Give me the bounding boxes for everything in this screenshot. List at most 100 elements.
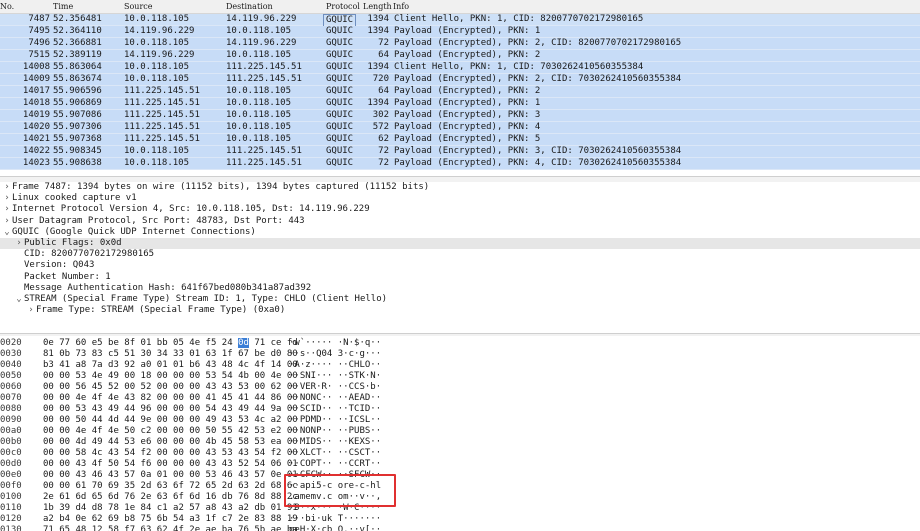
packet-bytes-pane[interactable]: 0020 0e 77 60 e5 be 8f 01 bb 05 4e f5 24 … [0, 336, 920, 531]
chevron-right-icon[interactable]: › [2, 182, 12, 193]
bytes-offset: 0070 [0, 393, 22, 403]
table-row[interactable]: 7515 52.389119 14.119.96.229 10.0.118.105 GQ… [0, 50, 920, 62]
details-tree-item[interactable]: › Internet Protocol Version 4, Src: 10.0.… [0, 204, 920, 215]
details-tree-item[interactable]: Message Authentication Hash: 641f67bed08… [0, 283, 920, 294]
col-protocol-header[interactable]: Protocol [326, 0, 360, 13]
packet-info: Client Hello, PKN: 1, CID: 8200770702172… [394, 14, 644, 24]
table-row[interactable]: 14008 55.863064 10.0.118.105 111.225.145.51… [0, 62, 920, 74]
packet-list[interactable]: No. Time Source Destination Protocol Len… [0, 0, 920, 176]
details-rows: › Frame 7487: 1394 bytes on wire (11152 b… [0, 182, 920, 316]
table-row[interactable]: 14019 55.907086 111.225.145.51 10.0.118.105… [0, 110, 920, 122]
col-time-header[interactable]: Time [53, 0, 73, 13]
bytes-row[interactable]: 0130 71 65 48 12 58 f7 63 62 4f 2e ae ba … [0, 525, 920, 531]
chevron-down-icon[interactable]: ⌄ [2, 227, 12, 238]
bytes-row[interactable]: 00f0 00 00 61 70 69 35 2d 63 6f 72 65 2d … [0, 481, 920, 492]
packet-destination: 10.0.118.105 [226, 50, 292, 60]
packet-number: 14018 [22, 98, 50, 108]
table-row[interactable]: 7495 52.364110 14.119.96.229 10.0.118.105 GQ… [0, 26, 920, 38]
packet-time: 55.863674 [53, 74, 102, 84]
bytes-row[interactable]: 0090 00 00 50 44 4d 44 9e 00 00 00 49 43 … [0, 415, 920, 426]
packet-destination: 111.225.145.51 [226, 74, 302, 84]
col-destination-header[interactable]: Destination [226, 0, 273, 13]
table-row[interactable]: 14009 55.863674 10.0.118.105 111.225.145.51… [0, 74, 920, 86]
packet-time: 55.908345 [53, 146, 102, 156]
details-tree-item[interactable]: › User Datagram Protocol, Src Port: 48783… [0, 216, 920, 227]
bytes-row[interactable]: 00a0 00 00 4e 4f 4e 50 c2 00 00 00 50 55 … [0, 426, 920, 437]
col-source-header[interactable]: Source [124, 0, 153, 13]
chevron-right-icon[interactable]: › [2, 216, 12, 227]
bytes-row[interactable]: 0110 1b 39 d4 d8 78 1e 84 c1 a2 57 a8 43 … [0, 503, 920, 514]
bytes-ascii: ··SCID·· ··TCID·· [289, 404, 382, 414]
details-tree-label: Internet Protocol Version 4, Src: 10.0.1… [12, 204, 370, 215]
bytes-offset: 0090 [0, 415, 22, 425]
col-no-header[interactable]: No. [0, 0, 46, 13]
table-row[interactable]: 7496 52.366881 10.0.118.105 14.119.96.229 GQ… [0, 38, 920, 50]
details-tree-item[interactable]: ⌄ GQUIC (Google Quick UDP Internet Connec… [0, 227, 920, 238]
details-tree-item[interactable]: ⌄ STREAM (Special Frame Type) Stream ID: … [0, 294, 920, 305]
packet-info: Payload (Encrypted), PKN: 1 [394, 26, 541, 36]
packet-info: Payload (Encrypted), PKN: 4, CID: 703026… [394, 158, 682, 168]
table-row[interactable]: 7487 52.356481 10.0.118.105 14.119.96.229 GQ… [0, 14, 920, 27]
chevron-right-icon[interactable]: › [26, 305, 36, 316]
details-tree-item[interactable]: › Public Flags: 0x0d [0, 237, 920, 250]
details-tree-label: Frame Type: STREAM (Special Frame Type) … [36, 305, 286, 316]
packet-list-header: No. Time Source Destination Protocol Len… [0, 0, 920, 14]
packet-protocol-text: GQUIC [326, 98, 354, 108]
packet-length: 302 [372, 110, 389, 120]
bytes-row[interactable]: 0060 00 00 56 45 52 00 52 00 00 00 43 43 … [0, 382, 920, 393]
bytes-hex: 81 0b 73 83 c5 51 30 34 33 01 63 1f 67 b… [43, 349, 298, 359]
table-row[interactable]: 14017 55.906596 111.225.145.51 10.0.118.105… [0, 86, 920, 98]
bytes-rows: 0020 0e 77 60 e5 be 8f 01 bb 05 4e f5 24 … [0, 336, 920, 531]
packet-protocol-text: GQUIC [326, 74, 354, 84]
details-tree-item[interactable]: CID: 8200770702172980165 [0, 249, 920, 260]
packet-info: Payload (Encrypted), PKN: 2 [394, 86, 541, 96]
bytes-row[interactable]: 0070 00 00 4e 4f 4e 43 82 00 00 00 41 45 … [0, 393, 920, 404]
details-tree-label: Packet Number: 1 [24, 271, 111, 282]
bytes-row[interactable]: 00e0 00 00 43 46 43 57 0a 01 00 00 53 46 … [0, 470, 920, 481]
bytes-row[interactable]: 00c0 00 00 58 4c 43 54 f2 00 00 00 43 53 … [0, 448, 920, 459]
bytes-row[interactable]: 0050 00 00 53 4e 49 00 18 00 00 00 53 54 … [0, 371, 920, 382]
col-info-header[interactable]: Info [393, 0, 409, 13]
details-tree-item[interactable]: › Linux cooked capture v1 [0, 193, 920, 204]
packet-destination: 111.225.145.51 [226, 146, 302, 156]
table-row[interactable]: 14020 55.907306 111.225.145.51 10.0.118.105… [0, 122, 920, 134]
table-row[interactable]: 14018 55.906869 111.225.145.51 10.0.118.105… [0, 98, 920, 110]
details-tree-item[interactable]: › Frame 7487: 1394 bytes on wire (11152 b… [0, 182, 920, 193]
bytes-row[interactable]: 00d0 00 00 43 4f 50 54 f6 00 00 00 43 43 … [0, 459, 920, 470]
bytes-hex: 00 00 4e 4f 4e 50 c2 00 00 00 50 55 42 5… [43, 426, 298, 436]
chevron-right-icon[interactable]: › [14, 238, 24, 249]
chevron-right-icon[interactable]: › [2, 193, 12, 204]
table-row[interactable]: 14022 55.908345 10.0.118.105 111.225.145.51… [0, 146, 920, 158]
bytes-row[interactable]: 0100 2e 61 6d 65 6d 76 2e 63 6f 6d 16 db … [0, 492, 920, 503]
packet-number: 14020 [22, 122, 50, 132]
col-length-header[interactable]: Length [363, 0, 392, 13]
bytes-row[interactable]: 0040 b3 41 a8 7a d3 92 a0 01 01 b6 43 48 … [0, 360, 920, 371]
packet-rows: 7487 52.356481 10.0.118.105 14.119.96.229 GQ… [0, 14, 920, 170]
bytes-row[interactable]: 0080 00 00 53 43 49 44 96 00 00 00 54 43 … [0, 404, 920, 415]
packet-protocol-text: GQUIC [326, 134, 354, 144]
chevron-right-icon[interactable]: › [2, 204, 12, 215]
table-row[interactable]: 14023 55.908638 10.0.118.105 111.225.145.51… [0, 158, 920, 170]
details-tree-item[interactable]: Version: Q043 [0, 260, 920, 271]
bytes-row[interactable]: 0030 81 0b 73 83 c5 51 30 34 33 01 63 1f … [0, 349, 920, 360]
bytes-offset: 00d0 [0, 459, 22, 469]
packet-details-tree[interactable]: › Frame 7487: 1394 bytes on wire (11152 b… [0, 182, 920, 340]
details-tree-label: GQUIC (Google Quick UDP Internet Connect… [12, 226, 256, 237]
details-tree-item[interactable]: Packet Number: 1 [0, 272, 920, 283]
bytes-offset: 00c0 [0, 448, 22, 458]
bytes-hex: 00 00 50 44 4d 44 9e 00 00 00 49 43 53 4… [43, 415, 298, 425]
packet-destination: 14.119.96.229 [226, 14, 297, 24]
table-row[interactable]: 14021 55.907368 111.225.145.51 10.0.118.105… [0, 134, 920, 146]
bytes-hex: 00 00 56 45 52 00 52 00 00 00 43 43 53 0… [43, 382, 298, 392]
packet-protocol-text: GQUIC [326, 26, 354, 36]
selected-byte[interactable]: 0d [238, 338, 249, 348]
details-tree-label: STREAM (Special Frame Type) Stream ID: 1… [24, 293, 388, 304]
chevron-down-icon[interactable]: ⌄ [14, 294, 24, 305]
bytes-row[interactable]: 00b0 00 00 4d 49 44 53 e6 00 00 00 4b 45 … [0, 437, 920, 448]
details-tree-item[interactable]: › Frame Type: STREAM (Special Frame Type)… [0, 305, 920, 316]
bytes-row[interactable]: 0020 0e 77 60 e5 be 8f 01 bb 05 4e f5 24 … [0, 338, 920, 349]
packet-length: 72 [378, 38, 389, 48]
bytes-row[interactable]: 0120 a2 b4 0e 62 69 b8 75 6b 54 a3 1f c7 … [0, 514, 920, 525]
packet-time: 52.356481 [53, 14, 102, 24]
packet-info: Payload (Encrypted), PKN: 5 [394, 134, 541, 144]
